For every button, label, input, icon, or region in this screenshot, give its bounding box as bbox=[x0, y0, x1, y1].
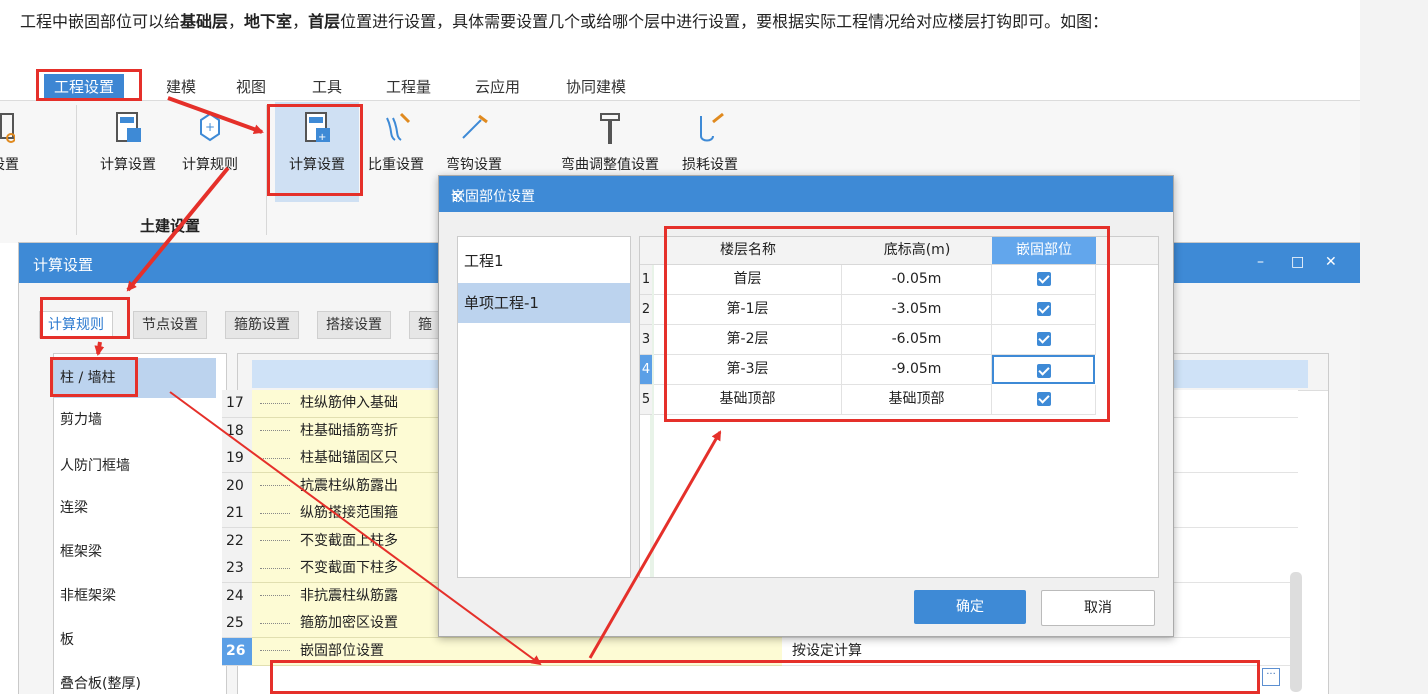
right-gutter bbox=[1360, 0, 1428, 694]
article-page: 工程中嵌固部位可以给基础层，地下室，首层位置进行设置，具体需要设置几个或给哪个层… bbox=[0, 0, 1360, 694]
annotation-arrows bbox=[94, 96, 722, 666]
